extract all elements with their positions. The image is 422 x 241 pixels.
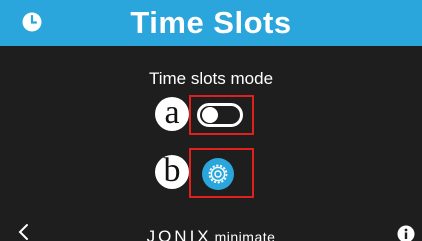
header-bar: Time Slots xyxy=(0,0,422,46)
brand-sub: minimate xyxy=(214,229,276,241)
settings-button[interactable] xyxy=(201,157,235,191)
annotation-letter-b: b xyxy=(155,154,189,189)
brand-logo: JONIX minimate xyxy=(0,227,422,241)
annotation-letter-a: a xyxy=(155,96,189,131)
time-slots-mode-label: Time slots mode xyxy=(148,69,274,88)
toggle-knob xyxy=(202,107,218,123)
info-button[interactable] xyxy=(397,225,415,241)
brand-name: JONIX xyxy=(146,227,212,241)
device-screen: Time Slots Time slots mode a b JONIX mini… xyxy=(0,0,422,241)
page-title: Time Slots xyxy=(130,5,292,40)
time-slots-mode-toggle[interactable] xyxy=(197,103,243,127)
